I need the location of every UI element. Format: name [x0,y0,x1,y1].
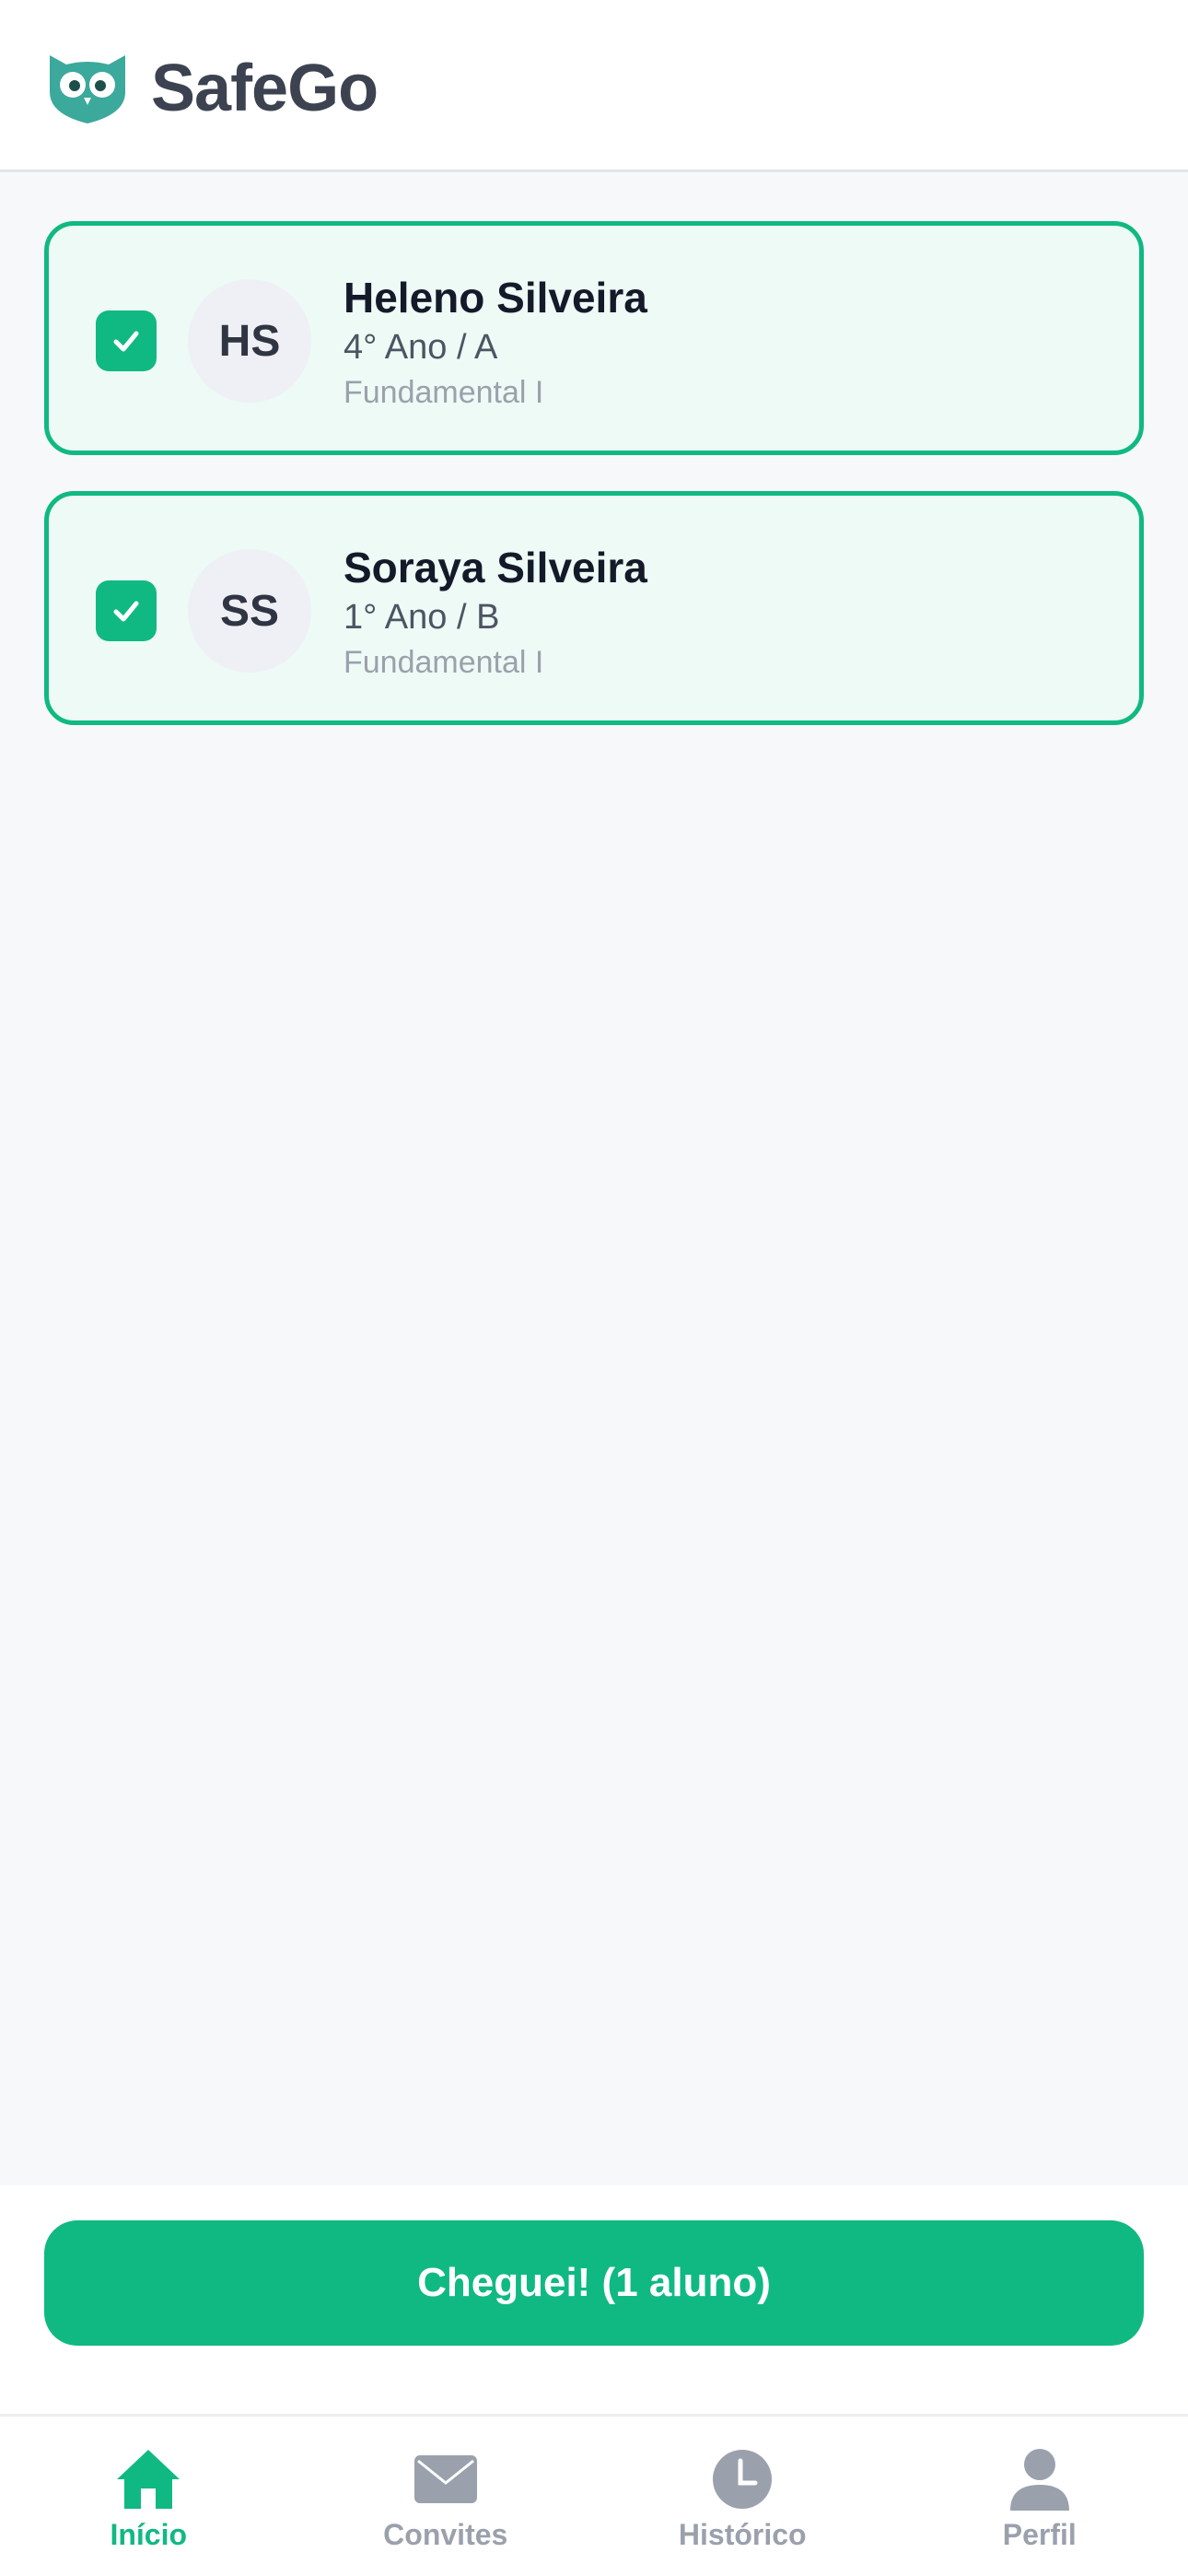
checkmark-icon [113,601,139,622]
tab-historico[interactable]: Histórico [594,2417,891,2576]
app-header: SafeGo [0,0,1188,172]
tab-label: Convites [383,2518,508,2551]
student-card[interactable]: HS Heleno Silveira 4° Ano / A Fundamenta… [44,221,1144,455]
arrived-button[interactable]: Cheguei! (1 aluno) [44,2220,1144,2346]
student-info: Soraya Silveira 1° Ano / B Fundamental I [344,542,647,684]
tab-label: Histórico [678,2518,807,2551]
student-grade: 1° Ano / B [344,598,500,637]
student-checkbox[interactable] [96,310,157,371]
student-list: HS Heleno Silveira 4° Ano / A Fundamenta… [0,172,1188,2185]
student-avatar: SS [188,549,311,673]
student-checkbox[interactable] [96,580,157,641]
student-info: Heleno Silveira 4° Ano / A Fundamental I [344,272,647,414]
checkmark-icon [113,331,139,352]
owl-logo-icon [50,55,125,123]
student-grade: 4° Ano / A [344,328,498,367]
tab-convites[interactable]: Convites [297,2417,595,2576]
clock-icon [707,2446,777,2512]
student-name: Soraya Silveira [344,544,647,591]
student-level: Fundamental I [344,645,544,680]
tab-label: Início [110,2518,188,2551]
student-avatar: HS [188,279,311,403]
action-area: Cheguei! (1 aluno) [0,2185,1188,2414]
app-logo[interactable]: SafeGo [46,52,379,125]
user-icon [1005,2446,1075,2512]
bottom-tab-bar: Início Convites Histórico Perfil [0,2414,1188,2576]
tab-label: Perfil [1002,2518,1077,2551]
tab-perfil[interactable]: Perfil [891,2417,1188,2576]
home-icon [113,2446,183,2512]
envelope-icon [411,2446,481,2512]
student-card[interactable]: SS Soraya Silveira 1° Ano / B Fundamenta… [44,491,1144,725]
student-name: Heleno Silveira [344,274,647,322]
app-name: SafeGo [151,52,379,125]
tab-inicio[interactable]: Início [0,2417,297,2576]
student-level: Fundamental I [344,375,544,410]
